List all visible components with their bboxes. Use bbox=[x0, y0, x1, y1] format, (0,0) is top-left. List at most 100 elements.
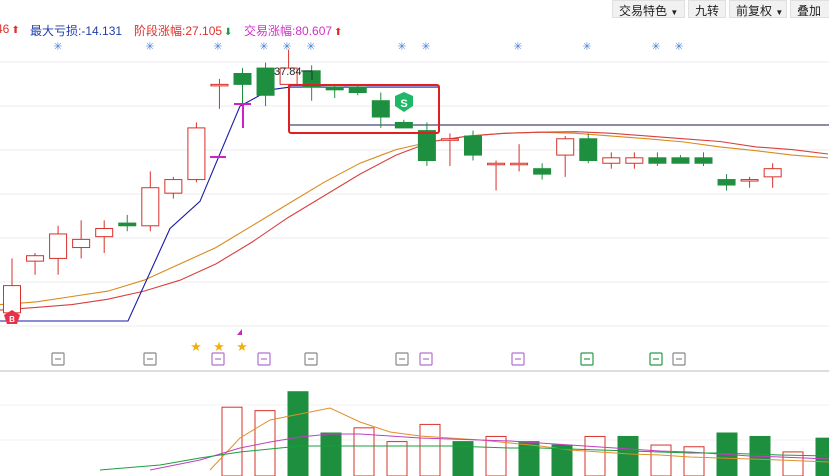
snowflake-icon: ✳ bbox=[145, 41, 154, 53]
candle bbox=[602, 152, 621, 169]
stair-line bbox=[0, 86, 440, 322]
candle bbox=[371, 92, 390, 128]
candle-body bbox=[417, 130, 436, 162]
signal-s-badge-icon[interactable]: S bbox=[395, 92, 413, 112]
candle bbox=[648, 152, 667, 166]
candle-body bbox=[72, 238, 91, 249]
candle bbox=[740, 176, 759, 188]
snowflake-icon: ✳ bbox=[513, 41, 522, 53]
snowflake-icon: ✳ bbox=[259, 41, 268, 53]
candle bbox=[417, 122, 436, 166]
volume-bar bbox=[650, 444, 672, 476]
volume-bar bbox=[386, 441, 408, 476]
candle bbox=[487, 160, 506, 191]
volume-bar bbox=[518, 441, 540, 476]
candles-group bbox=[3, 49, 782, 324]
candle bbox=[694, 152, 713, 166]
candle-body bbox=[49, 233, 68, 259]
event-icons-row bbox=[51, 352, 686, 366]
buy-b-badge-text: B bbox=[9, 315, 15, 324]
candle-body bbox=[487, 162, 506, 166]
candle-body bbox=[371, 100, 390, 118]
candle-body bbox=[3, 285, 21, 314]
candle bbox=[233, 68, 252, 109]
star-icon: ★ bbox=[190, 339, 202, 354]
candle-body bbox=[210, 83, 229, 87]
candle-body bbox=[26, 255, 45, 262]
volume-gridlines bbox=[0, 404, 829, 441]
small-flag-icon bbox=[237, 329, 242, 335]
candle-body bbox=[164, 179, 183, 194]
candle-body bbox=[533, 168, 552, 175]
volume-bar bbox=[221, 406, 243, 476]
candle-body bbox=[510, 162, 529, 166]
snowflake-icon: ✳ bbox=[282, 41, 291, 53]
candle bbox=[164, 176, 183, 199]
snowflake-icon: ✳ bbox=[306, 41, 315, 53]
star-icons: ★ ★ ★ bbox=[190, 339, 248, 354]
volume-bar bbox=[287, 391, 309, 476]
signal-s-badge-text: S bbox=[400, 98, 407, 110]
candle-body bbox=[602, 157, 621, 164]
candle bbox=[533, 163, 552, 180]
candle bbox=[556, 136, 575, 177]
candle-body bbox=[763, 168, 782, 178]
candle bbox=[717, 174, 736, 191]
candle bbox=[579, 133, 598, 164]
high-annotation-label: 37.84 bbox=[274, 66, 302, 78]
candle bbox=[325, 84, 344, 98]
candle bbox=[141, 171, 160, 232]
volume-bar bbox=[320, 432, 342, 476]
candle bbox=[625, 152, 644, 169]
candle bbox=[394, 119, 413, 129]
candle-body bbox=[325, 86, 344, 91]
candle bbox=[187, 122, 206, 183]
signal-markers-row: ✳ ✳ ✳ ✳ ✳ ✳ ✳ ✳ ✳ ✳ ✳ ✳ bbox=[53, 41, 683, 53]
candle bbox=[26, 252, 45, 275]
snowflake-icon: ✳ bbox=[53, 41, 62, 53]
candle bbox=[671, 155, 690, 164]
candle bbox=[72, 220, 91, 259]
candle-body bbox=[141, 187, 160, 227]
candle-body bbox=[579, 138, 598, 162]
candle-body bbox=[625, 157, 644, 164]
candle bbox=[210, 78, 229, 109]
candle-body bbox=[671, 157, 690, 164]
candle-body bbox=[740, 179, 759, 182]
candle-body bbox=[95, 228, 114, 238]
snowflake-icon: ✳ bbox=[397, 41, 406, 53]
candle-body bbox=[256, 67, 275, 96]
volume-bar bbox=[419, 423, 441, 476]
candle-body bbox=[648, 157, 667, 164]
snowflake-icon: ✳ bbox=[421, 41, 430, 53]
volume-bar bbox=[683, 446, 705, 476]
candle-body bbox=[440, 138, 459, 141]
volume-bar bbox=[815, 437, 829, 476]
candle bbox=[95, 220, 114, 253]
candle-body bbox=[348, 86, 367, 94]
candle-body bbox=[233, 73, 252, 85]
stair-line-group bbox=[0, 86, 440, 322]
volume-bar bbox=[584, 435, 606, 476]
snowflake-icon: ✳ bbox=[651, 41, 660, 53]
candle bbox=[510, 144, 529, 172]
candle-body bbox=[394, 121, 413, 129]
magenta-marks bbox=[210, 103, 251, 158]
volume-bars-group bbox=[221, 391, 829, 476]
candle bbox=[763, 163, 782, 188]
candle bbox=[118, 214, 137, 232]
kline-chart[interactable]: ✳ ✳ ✳ ✳ ✳ ✳ ✳ ✳ ✳ ✳ ✳ ✳ 37.84 S B ★ ★ ★ bbox=[0, 0, 829, 476]
candle bbox=[256, 62, 275, 107]
star-icon: ★ bbox=[236, 339, 248, 354]
volume-bar bbox=[617, 435, 639, 476]
snowflake-icon: ✳ bbox=[582, 41, 591, 53]
candle-body bbox=[118, 222, 137, 227]
candle-body bbox=[556, 138, 575, 156]
candle bbox=[49, 225, 68, 275]
candle-body bbox=[187, 127, 206, 181]
candle bbox=[348, 84, 367, 96]
snowflake-icon: ✳ bbox=[674, 41, 683, 53]
candle-body bbox=[694, 157, 713, 164]
candle-body bbox=[717, 179, 736, 186]
snowflake-icon: ✳ bbox=[213, 41, 222, 53]
